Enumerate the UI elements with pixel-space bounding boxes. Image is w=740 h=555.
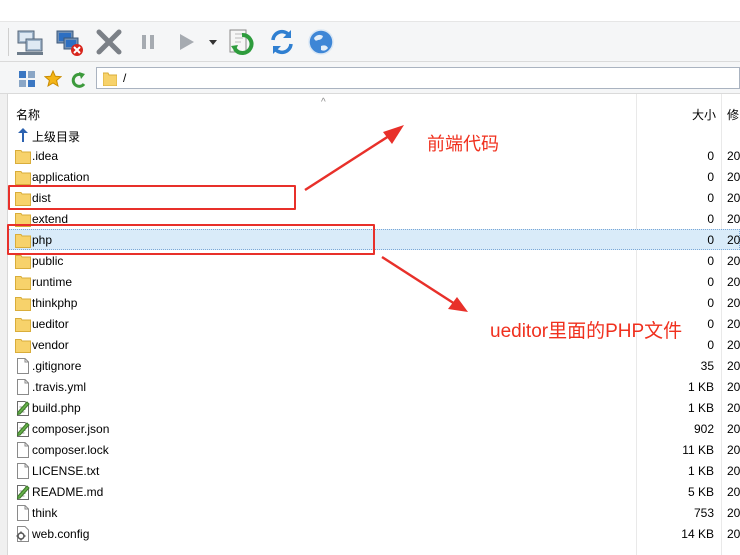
- arrow-to-frontend-label: [304, 132, 393, 192]
- ueditor-annotation: ueditor里面的PHP文件: [490, 321, 683, 342]
- ftp-file-browser: / ^ 名称 大小 修 上级目录 .idea 0 20 application 0 20 di…: [0, 0, 740, 555]
- arrowhead-icon: [448, 297, 468, 312]
- annotation-arrows: [304, 125, 468, 312]
- arrowhead-icon: [383, 125, 404, 144]
- frontend-annotation: 前端代码: [427, 134, 499, 154]
- arrow-to-ueditor-label: [381, 255, 456, 306]
